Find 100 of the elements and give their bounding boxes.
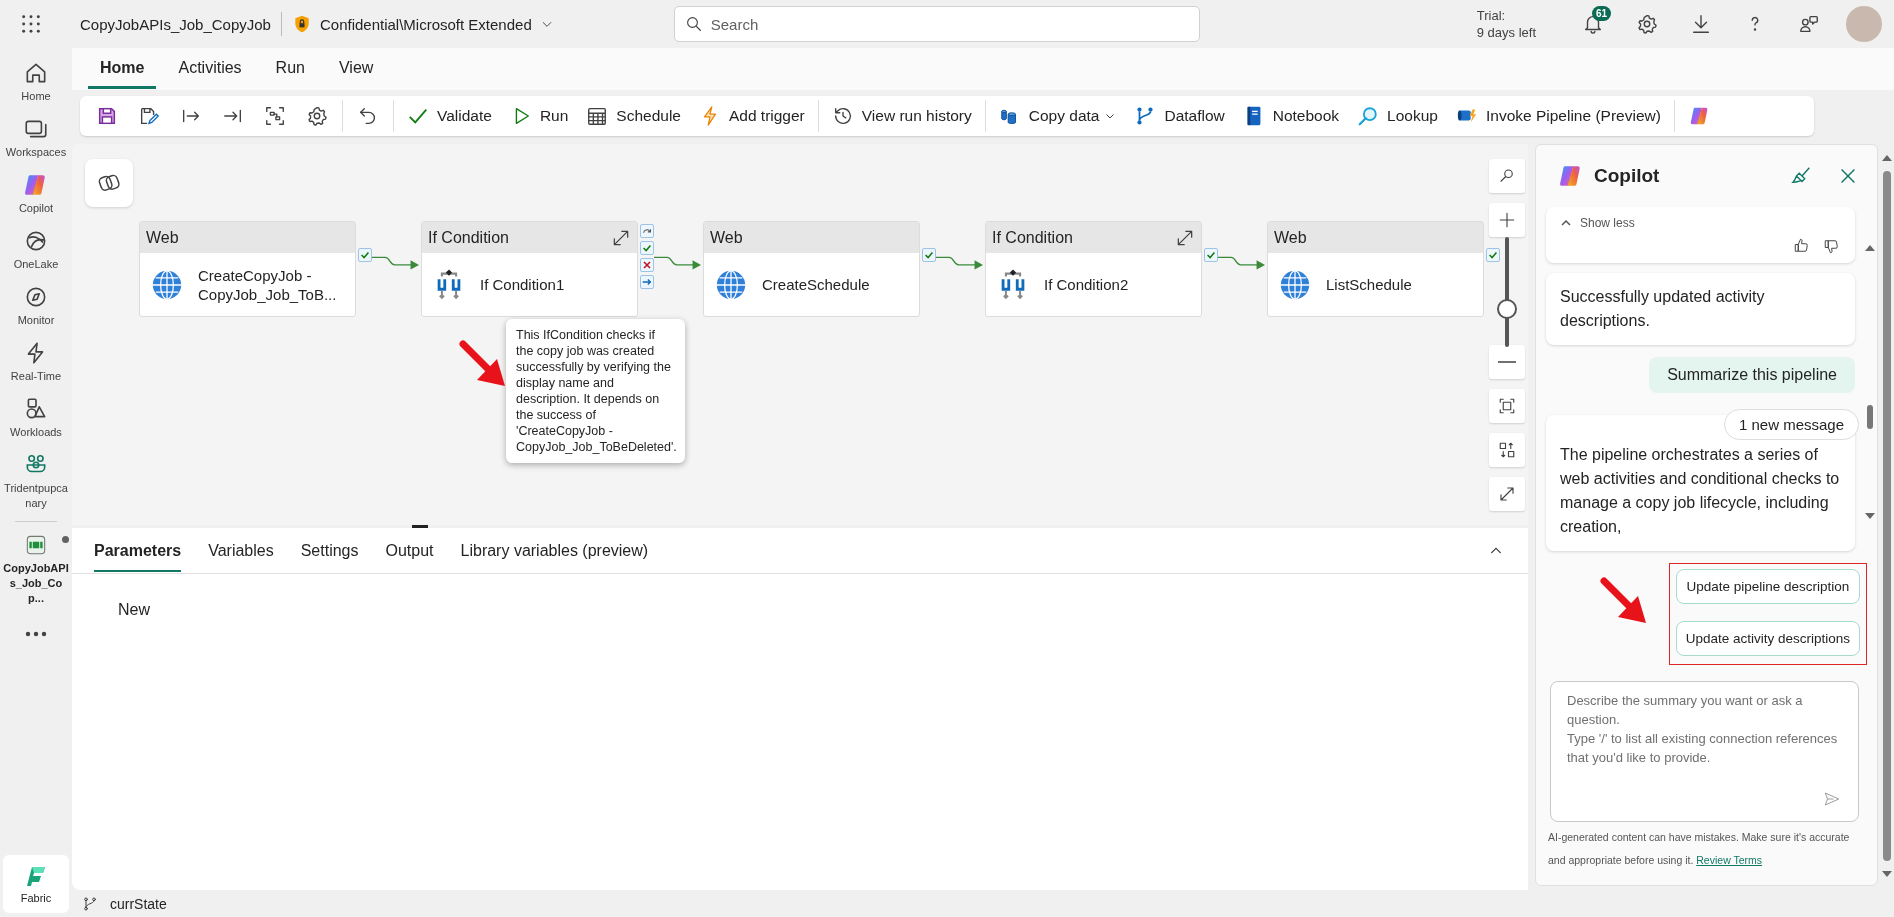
search-icon bbox=[1498, 167, 1516, 185]
new-parameter-button[interactable]: New bbox=[112, 600, 156, 620]
globe-icon bbox=[714, 267, 748, 302]
branch-icon bbox=[82, 895, 98, 912]
cross-port-icon[interactable] bbox=[640, 258, 654, 272]
activity-node[interactable]: If Condition If Condition2 bbox=[985, 221, 1202, 317]
nav-item[interactable]: Copilot bbox=[1, 166, 71, 222]
annotation-arrow bbox=[459, 340, 505, 386]
activity-node[interactable]: If Condition If Condition1 bbox=[421, 221, 638, 317]
more-icon[interactable] bbox=[25, 630, 47, 638]
check-port-icon[interactable] bbox=[640, 241, 654, 255]
connector-arrow bbox=[654, 256, 701, 270]
toolbar-button[interactable]: Lookup bbox=[1348, 99, 1447, 133]
resize-handle[interactable] bbox=[412, 525, 428, 528]
activity-type: Web bbox=[1274, 228, 1307, 247]
nav-item[interactable]: Home bbox=[1, 54, 71, 110]
zoom-out-button[interactable] bbox=[1489, 345, 1525, 379]
activity-description-tooltip: This IfCondition checks if the copy job was created successfully by verifying the display name and description. It depends on the success of 'CreateCopyJob - CopyJob_Job_ToBeDeleted'. bbox=[506, 319, 685, 463]
user-message: Summarize this pipeline bbox=[1649, 357, 1855, 393]
expand-canvas-button[interactable] bbox=[1489, 477, 1525, 511]
nav-item[interactable]: Workspaces bbox=[1, 110, 71, 166]
fabric-logo bbox=[24, 864, 48, 888]
new-message-button[interactable]: 1 new message bbox=[1724, 409, 1860, 440]
chat-input-field[interactable]: Describe the summary you want or ask a question. Type '/' to list all existing connection references that you'd like to provide. bbox=[1550, 681, 1859, 822]
zoom-slider-thumb[interactable] bbox=[1497, 298, 1517, 319]
fit-to-screen-icon bbox=[1498, 397, 1516, 415]
activity-name: CreateSchedule bbox=[762, 275, 871, 294]
toolbar-button[interactable]: Dataflow bbox=[1125, 99, 1234, 133]
skip-port-icon[interactable] bbox=[640, 224, 654, 238]
fit-to-screen-button[interactable] bbox=[1489, 389, 1525, 423]
show-less-link[interactable]: Show less bbox=[1580, 215, 1635, 231]
thumbs-up-icon[interactable] bbox=[1793, 237, 1811, 255]
search-icon bbox=[1357, 105, 1380, 127]
arrow-port-icon[interactable] bbox=[640, 275, 654, 289]
nav-item[interactable]: Tridentpupcanary bbox=[1, 446, 71, 517]
toolbar-button[interactable]: Schedule bbox=[577, 99, 690, 133]
message-text: Successfully updated activity descriptions. bbox=[1560, 288, 1765, 329]
nav-item[interactable]: OneLake bbox=[1, 222, 71, 278]
check-port-icon[interactable] bbox=[358, 248, 372, 262]
search-field[interactable]: Search bbox=[673, 6, 1200, 42]
toolbar-button[interactable]: Notebook bbox=[1233, 99, 1349, 133]
download-icon[interactable] bbox=[1690, 13, 1712, 35]
save-icon[interactable] bbox=[96, 105, 118, 127]
calendar-icon bbox=[586, 105, 609, 127]
settings-icon[interactable] bbox=[1636, 13, 1658, 35]
ribbon-tab[interactable]: Run bbox=[263, 49, 317, 89]
thumbs-down-icon[interactable] bbox=[1823, 237, 1841, 255]
panel-tab[interactable]: Variables bbox=[208, 529, 274, 572]
fabric-home-button[interactable]: Fabric bbox=[3, 855, 69, 913]
settings-icon[interactable] bbox=[306, 105, 328, 127]
activity-name: ListSchedule bbox=[1326, 275, 1413, 294]
activity-name: If Condition1 bbox=[480, 275, 566, 294]
suggestion-button[interactable]: Update pipeline description bbox=[1675, 569, 1860, 604]
panel-title: Copilot bbox=[1594, 165, 1661, 187]
expand-canvas-icon bbox=[1498, 485, 1516, 503]
panel-tab[interactable]: Library variables (preview) bbox=[460, 529, 649, 572]
ribbon-tab[interactable]: Activities bbox=[166, 49, 254, 89]
people-chat-icon[interactable] bbox=[1798, 13, 1820, 35]
copilot-toggle-button[interactable] bbox=[85, 159, 133, 207]
activity-name: CreateCopyJob - CopyJob_Job_ToB... bbox=[198, 265, 338, 304]
toolbar-button[interactable]: Invoke Pipeline (Preview) bbox=[1446, 99, 1670, 133]
zoom-in-button[interactable] bbox=[1489, 203, 1525, 237]
activity-type: If Condition bbox=[428, 228, 509, 247]
toolbar-button[interactable]: View run history bbox=[822, 99, 981, 133]
send-icon[interactable] bbox=[1823, 790, 1841, 808]
suggestion-button[interactable]: Update activity descriptions bbox=[1675, 621, 1860, 656]
panel-tab[interactable]: Parameters bbox=[94, 529, 182, 572]
activity-node[interactable]: Web ListSchedule bbox=[1267, 221, 1484, 317]
app-launcher-icon[interactable] bbox=[20, 13, 42, 35]
nav-item[interactable]: Monitor bbox=[1, 278, 71, 334]
toolbar-button[interactable]: Validate bbox=[398, 99, 501, 133]
panel-tab[interactable]: Settings bbox=[300, 529, 359, 572]
connector-arrow bbox=[372, 256, 419, 270]
review-terms-link[interactable]: Review Terms bbox=[1696, 854, 1763, 866]
nav-item[interactable]: CopyJobAPIs_Job_Cop... bbox=[1, 526, 71, 612]
ribbon-tab[interactable]: Home bbox=[88, 49, 157, 89]
message-text: The pipeline orchestrates a series of web activities and conditional checks to manage a copy job lifecycle, including creation, bbox=[1560, 446, 1840, 535]
activity-node[interactable]: Web CreateSchedule bbox=[703, 221, 920, 317]
auto-align-button[interactable] bbox=[1489, 433, 1525, 467]
check-port-icon[interactable] bbox=[1486, 248, 1500, 262]
fit-view-icon[interactable] bbox=[264, 105, 286, 127]
check-port-icon[interactable] bbox=[922, 248, 936, 262]
nav-item[interactable]: Workloads bbox=[1, 390, 71, 446]
search-button[interactable] bbox=[1489, 159, 1525, 193]
sensitivity-label-dropdown[interactable]: Confidential\Microsoft Extended bbox=[319, 15, 554, 33]
activity-node[interactable]: Web CreateCopyJob - CopyJob_Job_ToB... bbox=[139, 221, 356, 317]
activity-type: Web bbox=[710, 228, 743, 247]
globe-icon bbox=[1278, 267, 1312, 302]
ribbon-tab[interactable]: View bbox=[326, 49, 386, 89]
edit-document-icon[interactable] bbox=[138, 105, 160, 127]
copy-data-dropdown[interactable]: Copy data bbox=[989, 99, 1126, 133]
zoom-in-icon bbox=[1498, 211, 1516, 229]
check-port-icon[interactable] bbox=[1204, 248, 1218, 262]
nav-item[interactable]: Real-Time bbox=[1, 334, 71, 390]
panel-tab[interactable]: Output bbox=[385, 529, 434, 572]
toolbar-button[interactable]: Run bbox=[500, 99, 578, 133]
toolbar-button[interactable]: Add trigger bbox=[689, 99, 814, 133]
item-title: CopyJobAPIs_Job_CopyJob bbox=[80, 15, 271, 33]
disclaimer-text: AI-generated content can have mistakes. Make sure it's accurate and appropriate before using it. Review Terms bbox=[1547, 830, 1851, 868]
notification-count: 61 bbox=[1592, 6, 1612, 21]
